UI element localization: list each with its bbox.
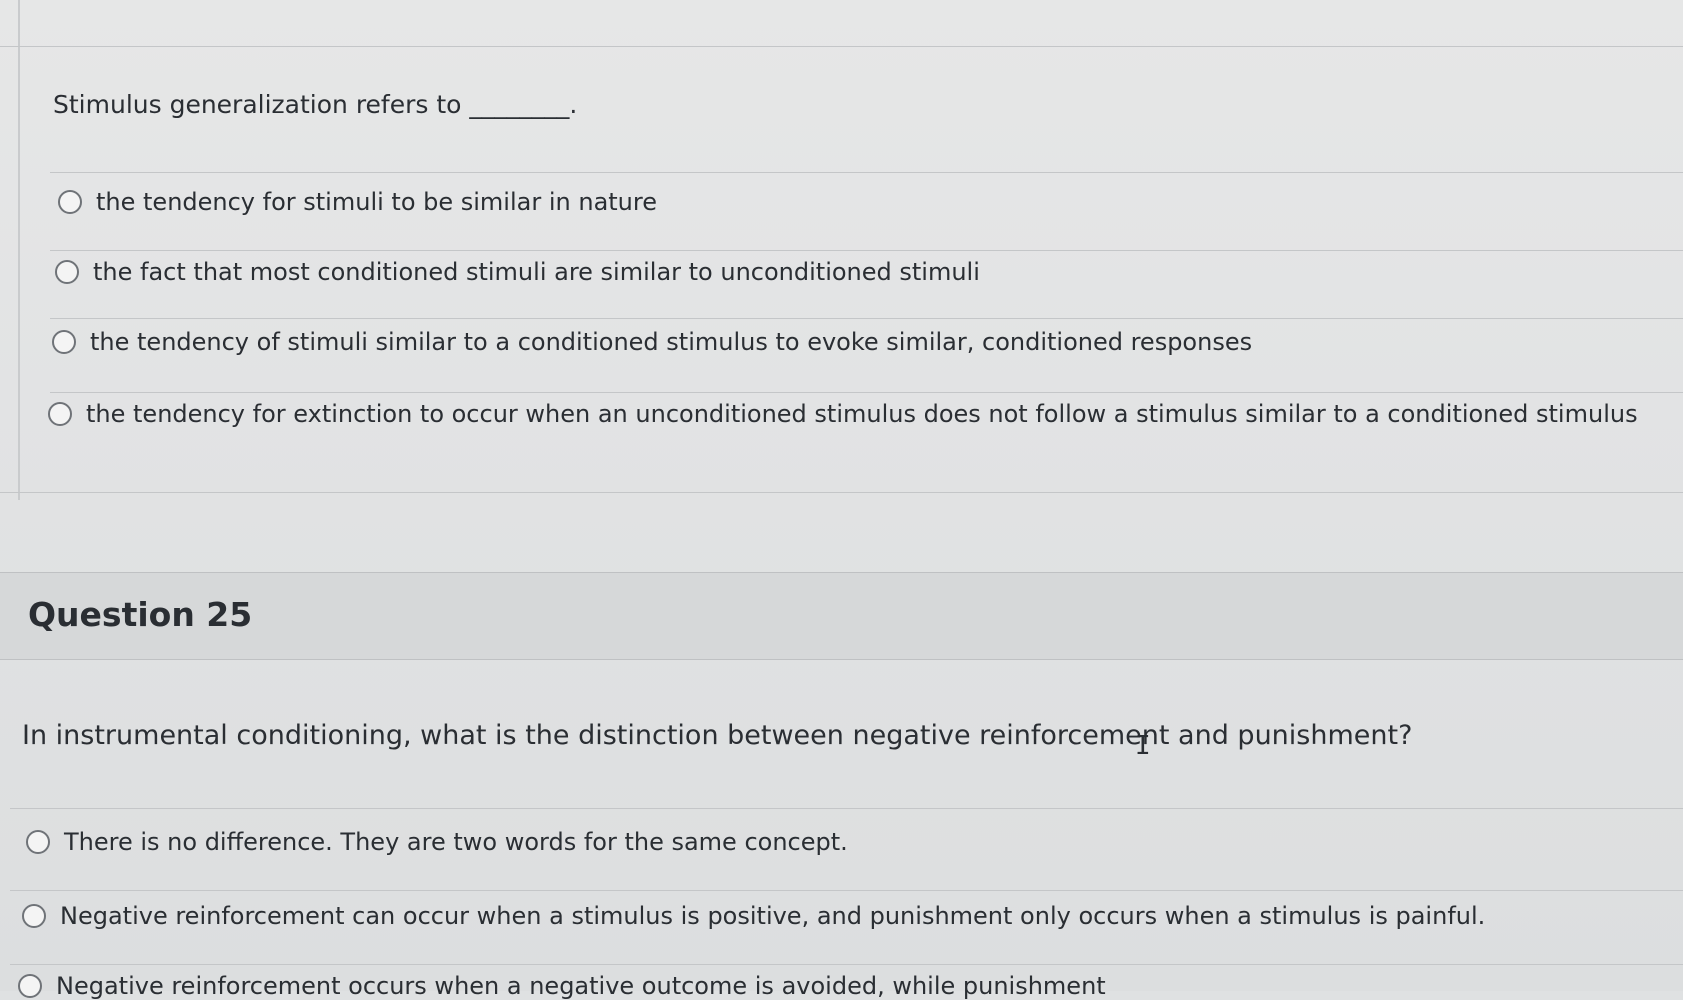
divider <box>50 392 1683 393</box>
question-title: Question 25 <box>28 595 253 634</box>
divider <box>50 318 1683 319</box>
divider <box>10 808 1683 809</box>
answer-option[interactable]: the fact that most conditioned stimuli a… <box>55 258 980 286</box>
answer-option-label: the tendency for stimuli to be similar i… <box>96 188 657 216</box>
answer-option-label: Negative reinforcement occurs when a neg… <box>56 972 1106 1000</box>
radio-button[interactable] <box>58 190 82 214</box>
answer-option[interactable]: There is no difference. They are two wor… <box>26 828 848 856</box>
divider <box>50 172 1683 173</box>
radio-button[interactable] <box>48 402 72 426</box>
quiz-page: Stimulus generalization refers to ______… <box>0 0 1683 1000</box>
answer-option[interactable]: the tendency of stimuli similar to a con… <box>52 328 1252 356</box>
answer-option-label: Negative reinforcement can occur when a … <box>60 902 1486 930</box>
answer-option-label: the fact that most conditioned stimuli a… <box>93 258 980 286</box>
divider <box>0 492 1683 493</box>
question-24: Stimulus generalization refers to ______… <box>0 0 1683 560</box>
answer-option-label: the tendency of stimuli similar to a con… <box>90 328 1253 356</box>
question-prompt: In instrumental conditioning, what is th… <box>22 720 1413 751</box>
answer-option[interactable]: Negative reinforcement occurs when a neg… <box>18 972 1106 1000</box>
question-prompt: Stimulus generalization refers to ______… <box>53 90 578 119</box>
radio-button[interactable] <box>22 904 46 928</box>
answer-option[interactable]: Negative reinforcement can occur when a … <box>22 902 1485 930</box>
radio-button[interactable] <box>18 974 42 998</box>
divider <box>0 46 1683 47</box>
divider <box>50 250 1683 251</box>
divider <box>10 890 1683 891</box>
answer-option-label: the tendency for extinction to occur whe… <box>86 400 1638 428</box>
radio-button[interactable] <box>52 330 76 354</box>
question-25: In instrumental conditioning, what is th… <box>0 658 1683 1000</box>
text-cursor-icon: I <box>1135 731 1151 761</box>
answer-option[interactable]: the tendency for stimuli to be similar i… <box>58 188 657 216</box>
question-25-header: Question 25 <box>0 572 1683 660</box>
answer-option[interactable]: the tendency for extinction to occur whe… <box>48 400 1638 428</box>
radio-button[interactable] <box>55 260 79 284</box>
radio-button[interactable] <box>26 830 50 854</box>
answer-option-label: There is no difference. They are two wor… <box>64 828 848 856</box>
divider <box>10 964 1683 965</box>
